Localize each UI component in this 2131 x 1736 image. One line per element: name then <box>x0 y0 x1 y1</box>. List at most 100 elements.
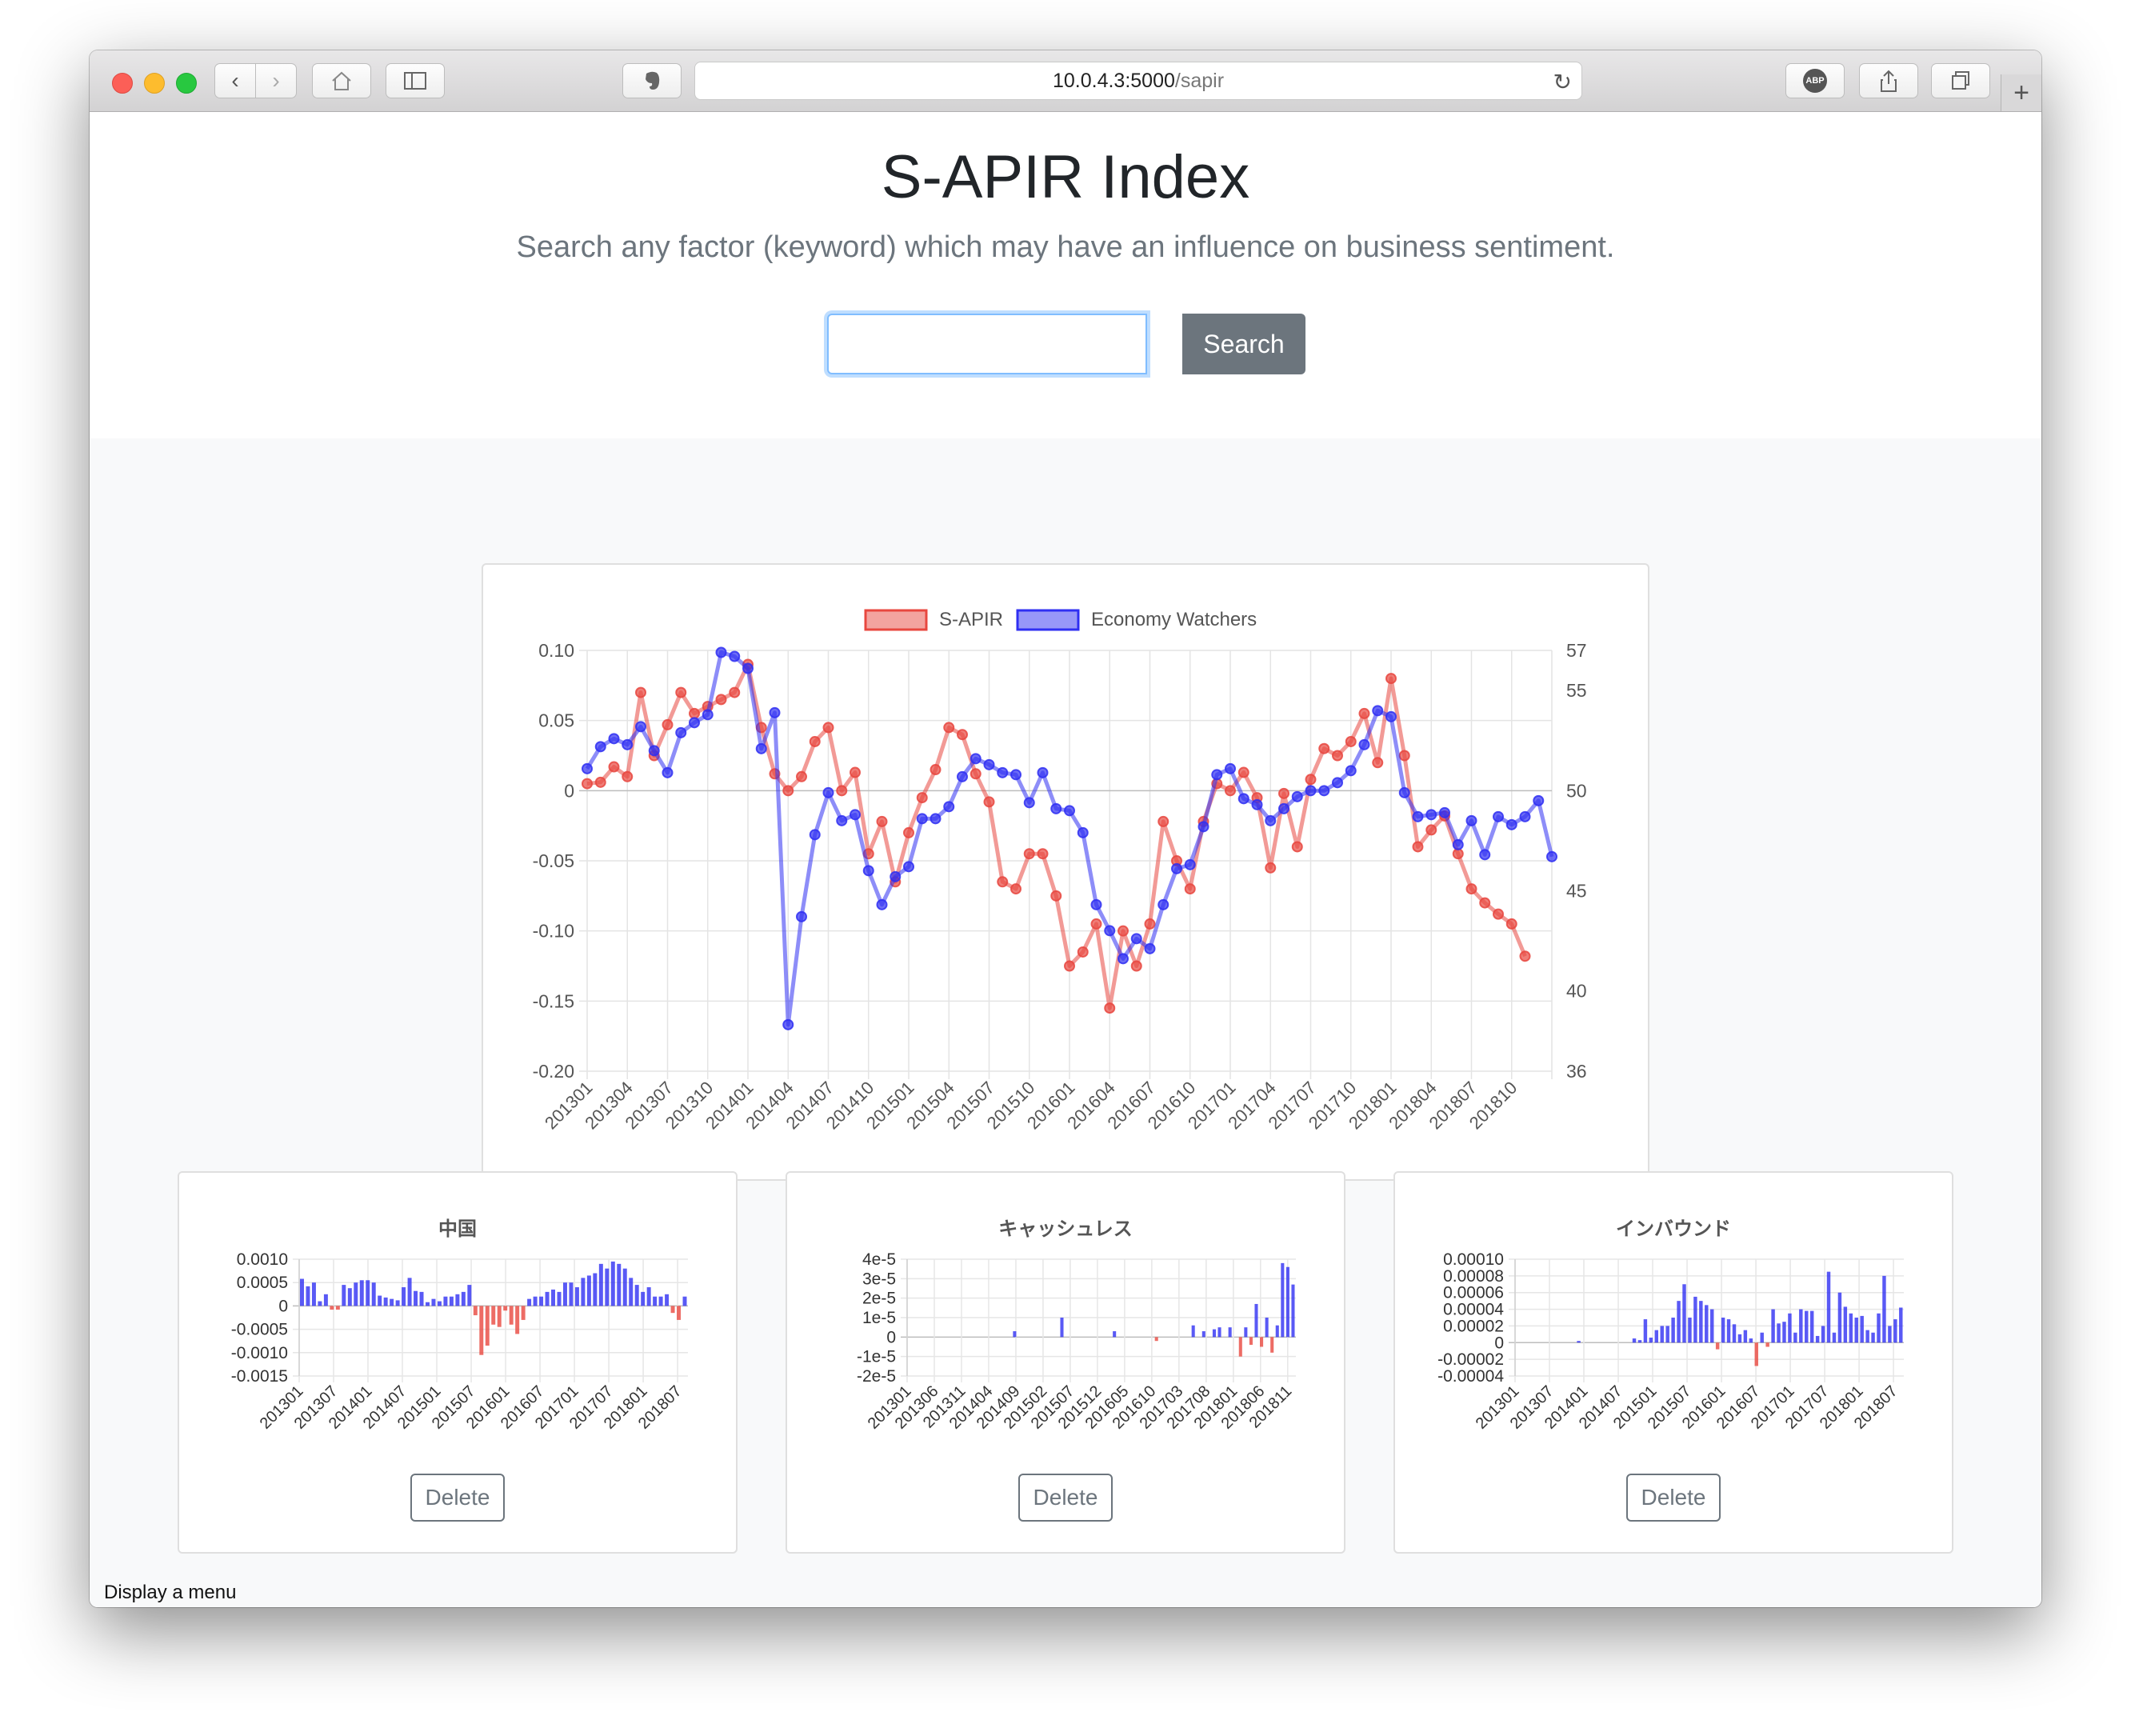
data-point <box>862 865 874 877</box>
bar <box>539 1296 544 1306</box>
back-button[interactable]: ‹ <box>214 63 256 98</box>
bar <box>390 1298 394 1306</box>
chevron-left-icon: ‹ <box>231 68 239 93</box>
chart-grid <box>901 1258 1296 1382</box>
data-point <box>1117 953 1129 965</box>
data-point <box>957 770 968 782</box>
new-tab-button[interactable]: + <box>2001 74 2041 111</box>
data-point <box>635 686 646 698</box>
data-point <box>822 786 834 798</box>
bar <box>1832 1332 1837 1343</box>
bar <box>1771 1309 1775 1343</box>
cashless-bar-chart: キャッシュレス4e-53e-52e-51e-50-1e-5-2e-5201301… <box>857 1218 1296 1433</box>
data-point <box>1345 735 1357 747</box>
zoom-window-button[interactable] <box>176 73 197 94</box>
data-point <box>729 686 741 698</box>
bar <box>1113 1331 1117 1338</box>
data-point <box>715 646 727 658</box>
evernote-button[interactable] <box>622 63 682 98</box>
bar <box>1249 1337 1253 1346</box>
bar <box>1238 1337 1242 1357</box>
bar <box>1260 1337 1264 1347</box>
tabs-overview-button[interactable] <box>1931 63 1990 98</box>
data-point <box>1064 960 1075 972</box>
bar <box>407 1278 412 1306</box>
bar <box>455 1294 460 1306</box>
bar <box>1721 1318 1725 1343</box>
bar <box>1688 1318 1692 1343</box>
page-content: S-APIR Index Search any factor (keyword)… <box>90 112 2041 1607</box>
minimize-window-button[interactable] <box>144 73 165 94</box>
plus-icon: + <box>2013 77 2029 108</box>
data-point <box>1265 814 1277 826</box>
adblock-button[interactable]: ABP <box>1785 63 1845 98</box>
data-point <box>1533 794 1545 806</box>
data-point <box>1372 705 1384 717</box>
y-tick: 0.00008 <box>1443 1267 1504 1286</box>
y-tick: 0 <box>886 1328 896 1346</box>
y-tick: -0.0005 <box>231 1321 288 1339</box>
bar <box>1693 1296 1697 1343</box>
bar <box>354 1282 358 1306</box>
data-point <box>1251 798 1263 810</box>
jumbotron: S-APIR Index Search any factor (keyword)… <box>90 112 2041 438</box>
data-point <box>622 770 634 782</box>
url-host: 10.0.4.3:5000 <box>1052 69 1175 92</box>
data-point <box>769 706 781 718</box>
bar <box>521 1306 526 1320</box>
bar <box>1577 1341 1581 1343</box>
data-point <box>1050 890 1062 902</box>
bar <box>1799 1309 1803 1343</box>
delete-button[interactable]: Delete <box>410 1474 505 1522</box>
bar <box>1754 1342 1758 1366</box>
data-point <box>594 776 606 788</box>
data-point <box>809 829 821 841</box>
data-point <box>1090 898 1102 910</box>
data-point <box>1505 818 1517 830</box>
y-tick: 0.00004 <box>1443 1301 1504 1319</box>
adblock-icon: ABP <box>1803 69 1827 93</box>
bar <box>670 1306 675 1314</box>
bar <box>1899 1307 1903 1343</box>
bar <box>1843 1306 1848 1343</box>
delete-button[interactable]: Delete <box>1626 1474 1721 1522</box>
data-point <box>1104 925 1116 937</box>
forward-button[interactable]: › <box>255 63 297 98</box>
share-button[interactable] <box>1859 63 1918 98</box>
data-point <box>836 814 848 826</box>
home-button[interactable] <box>312 63 371 98</box>
data-point <box>1050 802 1062 814</box>
delete-button[interactable]: Delete <box>1018 1474 1113 1522</box>
data-point <box>930 813 942 825</box>
bar <box>347 1288 352 1306</box>
data-point <box>1358 707 1370 719</box>
bar <box>605 1268 610 1306</box>
browser-window: ‹ › 10.0.4.3:5000/sapir ↻ ABP + S-APIR I… <box>90 50 2041 1607</box>
bar <box>1826 1271 1831 1343</box>
bar <box>533 1296 538 1306</box>
bar <box>1743 1330 1748 1343</box>
search-button[interactable]: Search <box>1182 314 1305 374</box>
bar <box>593 1273 598 1306</box>
bar <box>1013 1331 1017 1338</box>
bar <box>485 1306 490 1346</box>
search-input[interactable] <box>827 314 1147 374</box>
bar <box>1777 1323 1781 1343</box>
data-point <box>1452 848 1464 860</box>
y-tick: 2e-5 <box>862 1290 896 1308</box>
y-tick: -2e-5 <box>857 1367 896 1386</box>
reload-icon[interactable]: ↻ <box>1553 69 1572 95</box>
close-window-button[interactable] <box>112 73 133 94</box>
bar <box>1154 1337 1158 1342</box>
address-bar[interactable]: 10.0.4.3:5000/sapir ↻ <box>694 62 1582 100</box>
bar <box>1682 1284 1686 1343</box>
data-point <box>1546 850 1557 862</box>
data-point <box>689 717 700 729</box>
data-point <box>1465 883 1477 895</box>
y-tick: 0.0010 <box>237 1250 288 1269</box>
bar <box>569 1282 574 1306</box>
legend-swatch <box>1016 609 1080 631</box>
sidebar-toggle-button[interactable] <box>386 63 445 98</box>
bar <box>1201 1331 1205 1338</box>
home-icon <box>332 71 351 90</box>
